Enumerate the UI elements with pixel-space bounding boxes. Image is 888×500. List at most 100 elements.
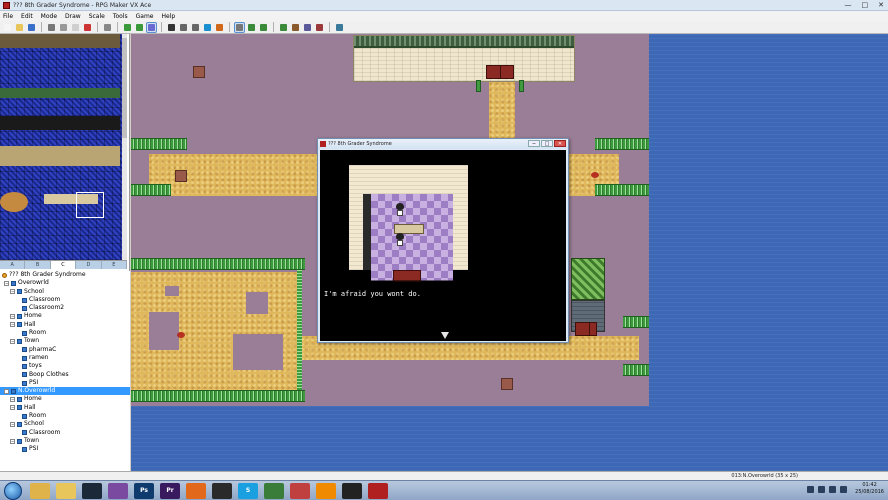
ellipse-icon[interactable] (191, 23, 200, 32)
maximize-button[interactable]: □ (862, 1, 869, 9)
game-maximize-button[interactable]: □ (541, 140, 553, 147)
map-tree-item-psi[interactable]: PSI (0, 445, 130, 453)
tree-toggle-icon[interactable]: − (10, 397, 15, 403)
zoom2-icon[interactable] (247, 23, 256, 32)
playtest-icon[interactable] (335, 23, 344, 32)
game-test-window[interactable]: ??? 8th Grader Syndrome − □ ✕ I'm afraid… (317, 138, 569, 343)
map-tree-item-school[interactable]: − School (0, 288, 130, 296)
zoom3-icon[interactable] (259, 23, 268, 32)
map-tree-item-town[interactable]: − Town (0, 437, 130, 445)
resource-icon[interactable] (303, 23, 312, 32)
map-tree-item-home[interactable]: − Home (0, 395, 130, 403)
map-tree-item-hall[interactable]: − Hall (0, 321, 130, 329)
map-tree-item-town[interactable]: − Town (0, 337, 130, 345)
close-button[interactable]: ✕ (878, 1, 884, 9)
tray-flag-icon[interactable] (840, 485, 848, 493)
tray-arrow-icon[interactable] (807, 485, 815, 493)
open-icon[interactable] (15, 23, 24, 32)
tray-volume-icon[interactable] (829, 485, 837, 493)
menu-tools[interactable]: Tools (113, 13, 128, 20)
menu-scale[interactable]: Scale (89, 13, 105, 20)
skype-icon[interactable]: S (238, 482, 258, 499)
cut-icon[interactable] (47, 23, 56, 32)
tree-toggle-icon[interactable]: − (10, 421, 15, 427)
map-tree-item-home[interactable]: − Home (0, 312, 130, 320)
sound-icon[interactable] (315, 23, 324, 32)
tileset-tab-b[interactable]: B (25, 261, 51, 269)
tree-toggle-icon[interactable]: − (10, 314, 15, 320)
menu-file[interactable]: File (3, 13, 13, 20)
map-tree-item-classroom2[interactable]: Classroom2 (0, 304, 130, 312)
copy-icon[interactable] (59, 23, 68, 32)
script-icon[interactable] (291, 23, 300, 32)
photoshop-icon[interactable]: Ps (134, 482, 154, 499)
premiere-icon[interactable]: Pr (160, 482, 180, 499)
start-button[interactable] (4, 481, 22, 500)
delete-icon[interactable] (83, 23, 92, 32)
rar-icon[interactable] (108, 482, 128, 499)
minimize-button[interactable]: — (845, 1, 852, 9)
map-tree-item-pharmac[interactable]: pharmaC (0, 346, 130, 354)
zoom1-icon[interactable] (234, 21, 245, 33)
pencil-icon[interactable] (167, 23, 176, 32)
vlc-icon[interactable] (316, 482, 336, 499)
map-tree-item-overowrld[interactable]: − Overowrld (0, 279, 130, 287)
map-canvas[interactable]: ??? 8th Grader Syndrome − □ ✕ I'm afraid… (131, 34, 888, 471)
save-icon[interactable] (27, 23, 36, 32)
undo-icon[interactable] (103, 23, 112, 32)
map-tree-item-8th-grader-syndrome[interactable]: ??? 8th Grader Syndrome (0, 271, 130, 279)
steam-icon[interactable] (82, 482, 102, 499)
game-close-button[interactable]: ✕ (554, 140, 566, 147)
map-tree-item-classroom[interactable]: Classroom (0, 296, 130, 304)
tree-toggle-icon[interactable]: − (10, 322, 15, 328)
tileset-tab-d[interactable]: D (76, 261, 102, 269)
tree-toggle-icon[interactable]: − (10, 405, 15, 411)
tree-toggle-icon[interactable]: − (4, 280, 9, 286)
map-tree-item-ramen[interactable]: ramen (0, 354, 130, 362)
map-tree-item-room[interactable]: Room (0, 329, 130, 337)
game-screen[interactable]: I'm afraid you wont do. (320, 150, 566, 341)
tree-toggle-icon[interactable]: − (10, 339, 15, 345)
firefox-icon[interactable] (186, 482, 206, 499)
folder-icon[interactable] (56, 482, 76, 499)
menu-edit[interactable]: Edit (21, 13, 33, 20)
tileset-palette[interactable] (0, 34, 127, 260)
rpgmaker-icon[interactable] (264, 482, 284, 499)
rect-icon[interactable] (179, 23, 188, 32)
tray-network-icon[interactable] (818, 485, 826, 493)
tileset-tab-a[interactable]: A (0, 261, 26, 269)
tileset-scroll-thumb[interactable] (122, 38, 127, 138)
db-icon[interactable] (279, 23, 288, 32)
map-tree-item-hall[interactable]: − Hall (0, 404, 130, 412)
menu-help[interactable]: Help (162, 13, 176, 20)
menu-draw[interactable]: Draw (65, 13, 81, 20)
map-tree-item-psi[interactable]: PSI (0, 379, 130, 387)
map-tree-item-school[interactable]: − School (0, 420, 130, 428)
new-icon[interactable] (3, 23, 12, 32)
map-tree-item-boop-clothes[interactable]: Boop Clothes (0, 371, 130, 379)
paste-icon[interactable] (71, 23, 80, 32)
menu-mode[interactable]: Mode (41, 13, 57, 20)
layer2-icon[interactable] (135, 23, 144, 32)
game-icon[interactable] (368, 482, 388, 499)
explorer-icon[interactable] (30, 482, 50, 499)
map-tree-item-classroom[interactable]: Classroom (0, 429, 130, 437)
event-icon[interactable] (146, 21, 157, 33)
menu-game[interactable]: Game (136, 13, 154, 20)
paint-icon[interactable] (290, 482, 310, 499)
game-minimize-button[interactable]: − (528, 140, 540, 147)
osu-icon[interactable] (342, 482, 362, 499)
obs-icon[interactable] (212, 482, 232, 499)
tileset-tab-e[interactable]: E (101, 261, 128, 269)
taskbar-clock[interactable]: 01:42 25/08/2016 (855, 482, 884, 496)
tileset-tab-c[interactable]: C (50, 261, 77, 269)
shadow-icon[interactable] (215, 23, 224, 32)
layer1-icon[interactable] (123, 23, 132, 32)
fill-icon[interactable] (203, 23, 212, 32)
tree-toggle-icon[interactable]: − (10, 289, 15, 295)
tree-toggle-icon[interactable]: − (10, 438, 15, 444)
map-tree-item-n-overowrld[interactable]: − N.Overowrld (0, 387, 130, 396)
tree-toggle-icon[interactable]: − (4, 388, 9, 394)
map-tree-item-toys[interactable]: toys (0, 362, 130, 370)
map-tree-item-room[interactable]: Room (0, 412, 130, 420)
